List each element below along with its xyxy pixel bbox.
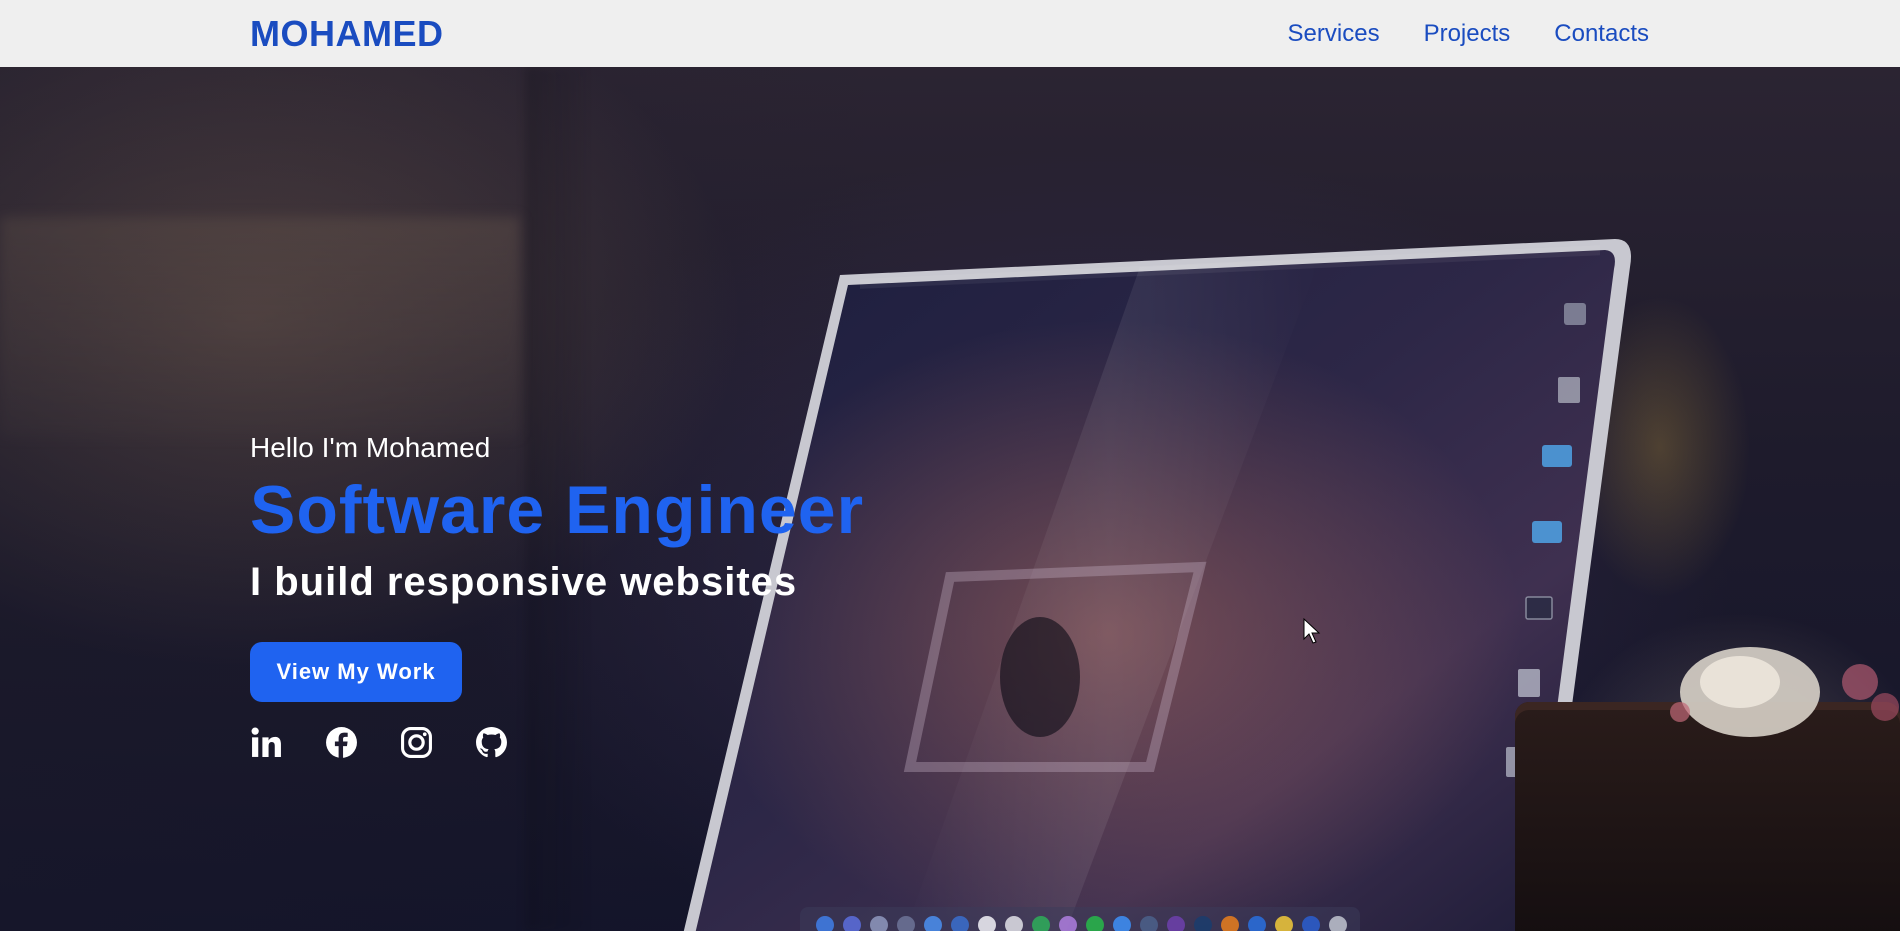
hero-content: Hello I'm Mohamed Software Engineer I bu… [250,432,864,759]
facebook-icon[interactable] [325,726,358,759]
hero-section: Hello I'm Mohamed Software Engineer I bu… [0,67,1900,931]
navbar: MOHAMED Services Projects Contacts [0,0,1900,67]
nav-menu: Services Projects Contacts [1288,20,1649,48]
hero-greeting: Hello I'm Mohamed [250,432,491,463]
brand-logo[interactable]: MOHAMED [250,13,443,55]
linkedin-icon[interactable] [250,726,283,759]
nav-link-projects[interactable]: Projects [1424,20,1511,48]
social-links [250,726,864,759]
nav-link-services[interactable]: Services [1288,20,1380,48]
plant-image [1670,647,1899,737]
view-my-work-button[interactable]: View My Work [250,642,462,702]
hero-tagline: I build responsive websites [250,560,798,604]
nav-link-contacts[interactable]: Contacts [1554,20,1649,48]
hero-role-title: Software Engineer [250,472,865,548]
github-icon[interactable] [475,726,508,759]
instagram-icon[interactable] [400,726,433,759]
